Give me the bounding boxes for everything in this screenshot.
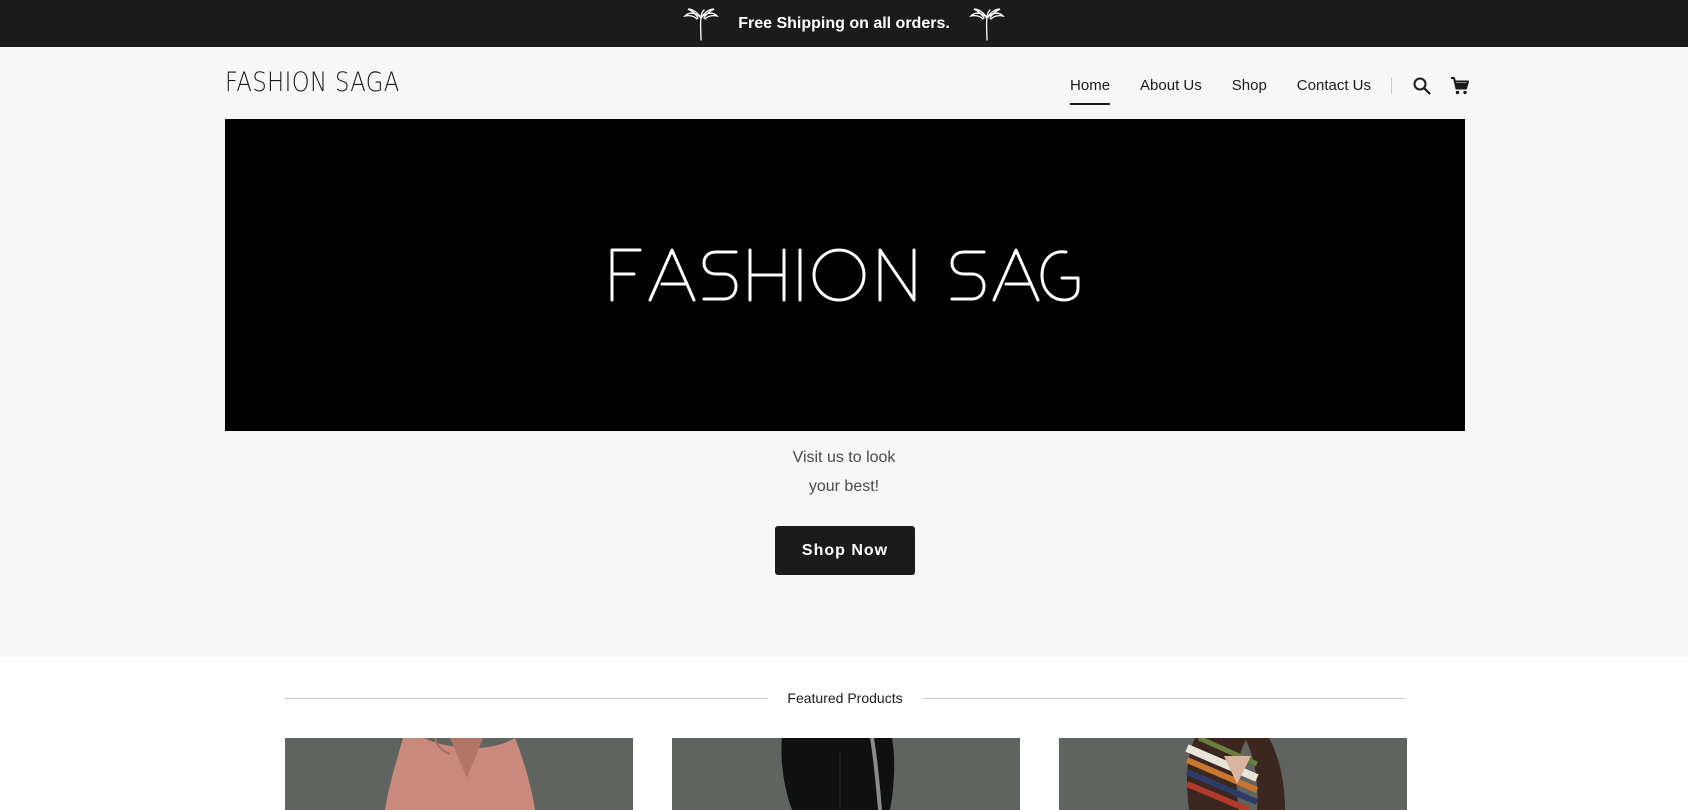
- model-pink-blouse-image: [285, 738, 633, 810]
- hero-banner: [225, 119, 1465, 431]
- tagline-line-1: Visit us to look: [792, 449, 896, 466]
- nav-home[interactable]: Home: [1070, 71, 1111, 105]
- divider-left: [285, 697, 768, 699]
- nav-about-us[interactable]: About Us: [1140, 71, 1202, 101]
- search-icon[interactable]: [1412, 76, 1432, 96]
- featured-heading-label: Featured Products: [787, 690, 903, 706]
- model-black-trousers-image: [672, 738, 1020, 810]
- cart-icon[interactable]: [1450, 76, 1470, 96]
- product-card-image[interactable]: [285, 738, 633, 810]
- nav-contact-us[interactable]: Contact Us: [1297, 71, 1371, 101]
- announcement-bar: Free Shipping on all orders.: [0, 0, 1688, 47]
- nav-divider: [1391, 78, 1392, 94]
- divider-right: [922, 697, 1406, 699]
- nav-shop[interactable]: Shop: [1232, 71, 1267, 101]
- main-nav: Home About Us Shop Contact Us: [1070, 71, 1470, 105]
- announcement-text: Free Shipping on all orders.: [738, 14, 950, 32]
- shop-now-button[interactable]: Shop Now: [775, 526, 915, 575]
- model-striped-top-image: [1059, 738, 1407, 810]
- banner-logo-wordmark: [610, 248, 1080, 302]
- palm-tree-icon: [683, 7, 720, 41]
- product-card-image[interactable]: [1059, 738, 1407, 810]
- palm-tree-icon: [968, 7, 1005, 41]
- banner-logo: [225, 119, 1465, 431]
- hero-tagline: Visit us to look your best!: [0, 443, 1688, 501]
- product-card-image[interactable]: [672, 738, 1020, 810]
- tagline-line-2: your best!: [808, 478, 880, 495]
- featured-products-heading: Featured Products: [285, 687, 1406, 709]
- site-logo[interactable]: FASHION SAGA: [225, 67, 400, 98]
